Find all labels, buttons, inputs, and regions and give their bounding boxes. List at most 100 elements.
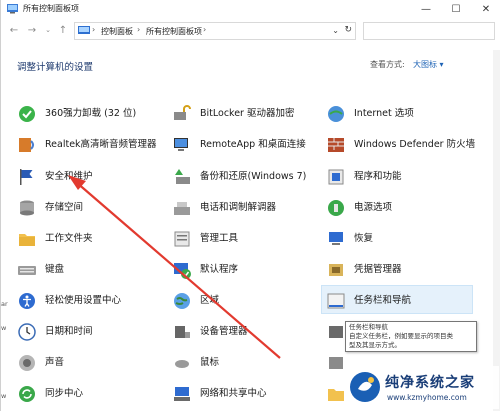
cp-item-label: 鼠标 xyxy=(200,357,220,368)
forward-arrow-icon[interactable]: → xyxy=(25,23,39,37)
default-programs-icon xyxy=(174,263,191,279)
admin-tools-icon xyxy=(174,231,190,247)
breadcrumb-all-items[interactable]: 所有控制面板项 xyxy=(146,26,202,37)
address-dropdown-icon[interactable]: ⌄ xyxy=(332,26,339,35)
cp-item-programs-features[interactable]: 程序和功能 xyxy=(326,166,402,188)
minimize-button[interactable]: — xyxy=(411,0,441,18)
search-input[interactable] xyxy=(363,22,495,40)
speaker-icon xyxy=(19,355,35,371)
cp-item-label: 日期和时间 xyxy=(45,326,93,337)
address-bar[interactable]: › 控制面板 › 所有控制面板项 › ⌄ ↻ xyxy=(74,22,356,40)
cp-item-internet-options[interactable]: Internet 选项 xyxy=(326,103,414,125)
cp-item-label: 区域 xyxy=(200,295,220,306)
cp-item-keyboard[interactable]: 键盘 xyxy=(17,259,64,281)
cp-item-firewall[interactable]: Windows Defender 防火墙 xyxy=(326,134,484,156)
cp-item-label: 电话和调制解调器 xyxy=(200,202,277,213)
cp-item-storage-spaces[interactable]: 存储空间 xyxy=(17,197,83,219)
tooltip: 任务栏和导航 自定义任务栏，例如要显示的项目类 型及其显示方式。 xyxy=(345,321,477,352)
refresh-icon[interactable]: ↻ xyxy=(344,25,352,35)
control-panel-small-icon xyxy=(78,26,90,34)
cp-item-label: 电源选项 xyxy=(354,202,393,213)
up-arrow-icon[interactable]: ↑ xyxy=(56,23,70,37)
cp-item-label: 任务栏和导航 xyxy=(354,295,412,306)
programs-icon xyxy=(328,169,344,185)
uninstall-icon xyxy=(19,106,35,122)
sync-icon xyxy=(19,386,35,402)
cp-item-label: 工作文件夹 xyxy=(45,233,93,244)
cp-item-label: 网络和共享中心 xyxy=(200,388,267,399)
scrollbar[interactable] xyxy=(493,50,500,411)
cp-item-admin-tools[interactable]: 管理工具 xyxy=(172,228,238,250)
maximize-button[interactable]: ☐ xyxy=(441,0,471,18)
cp-item-label: 360强力卸载 (32 位) xyxy=(45,108,137,119)
folder-icon xyxy=(19,234,35,246)
cp-item-label: 键盘 xyxy=(45,264,65,275)
cp-item-taskbar-navigation[interactable]: 任务栏和导航 xyxy=(326,290,411,312)
firewall-icon xyxy=(328,138,344,152)
breadcrumb-control-panel[interactable]: 控制面板 xyxy=(101,26,133,37)
cp-item-label: 默认程序 xyxy=(200,264,239,275)
cp-item-sync-center[interactable]: 同步中心 xyxy=(17,383,83,405)
cp-item-credential-manager[interactable]: 凭据管理器 xyxy=(326,259,402,281)
watermark-title: 纯净系统之家 xyxy=(385,375,475,391)
cp-item-label: 声音 xyxy=(45,357,65,368)
flag-icon xyxy=(20,169,33,185)
close-button[interactable]: ✕ xyxy=(471,0,500,18)
left-edge-text: w xyxy=(1,324,7,332)
breadcrumb-separator: › xyxy=(203,25,207,34)
left-edge-text: ar xyxy=(1,300,8,308)
phone-modem-icon xyxy=(174,202,190,215)
watermark-url: www.kzmyhome.com xyxy=(387,393,467,402)
view-by-dropdown[interactable]: 大图标 ▾ xyxy=(413,59,444,70)
cp-item-region[interactable]: 区域 xyxy=(172,290,219,312)
tooltip-text: 自定义任务栏，例如要显示的项目类 xyxy=(349,332,453,340)
hidden-item-icon xyxy=(329,357,343,369)
cp-item-label: 安全和维护 xyxy=(45,171,93,182)
cp-item-recovery[interactable]: 恢复 xyxy=(326,228,373,250)
cp-item-date-time[interactable]: 日期和时间 xyxy=(17,321,93,343)
mouse-icon xyxy=(175,360,189,368)
watermark-logo-icon xyxy=(350,372,380,402)
cp-item-sound[interactable]: 声音 xyxy=(17,352,64,374)
cp-item-phone-modem[interactable]: 电话和调制解调器 xyxy=(172,197,276,219)
cp-item-default-programs[interactable]: 默认程序 xyxy=(172,259,238,281)
cp-item-mouse[interactable]: 鼠标 xyxy=(172,352,219,374)
recent-dropdown-icon[interactable]: ⌄ xyxy=(41,23,55,37)
breadcrumb-separator: › xyxy=(92,25,96,34)
cp-item-label: 轻松使用设置中心 xyxy=(45,295,122,306)
cp-item-realtek-audio[interactable]: Realtek高清晰音频管理器 xyxy=(17,134,157,156)
cp-item-backup-restore[interactable]: 备份和还原(Windows 7) xyxy=(172,166,306,188)
window-title: 所有控制面板项 xyxy=(23,4,79,13)
cp-item-label: 设备管理器 xyxy=(200,326,248,337)
cp-item-label: 管理工具 xyxy=(200,233,239,244)
cp-item-label: BitLocker 驱动器加密 xyxy=(200,108,295,119)
title-bar: 所有控制面板项 — ☐ ✕ xyxy=(1,0,500,18)
cp-item-remoteapp[interactable]: RemoteApp 和桌面连接 xyxy=(172,134,306,156)
control-panel-icon xyxy=(7,4,18,14)
tooltip-text: 型及其显示方式。 xyxy=(349,341,401,349)
realtek-audio-icon xyxy=(19,138,34,152)
back-arrow-icon[interactable]: ← xyxy=(7,23,21,37)
ease-of-access-icon xyxy=(19,293,35,309)
cp-item-label: 备份和还原(Windows 7) xyxy=(200,171,307,182)
cp-item-bitlocker[interactable]: BitLocker 驱动器加密 xyxy=(172,103,294,125)
credential-icon xyxy=(329,264,343,276)
cp-item-network-sharing[interactable]: 网络和共享中心 xyxy=(172,383,267,405)
cp-item-work-folders[interactable]: 工作文件夹 xyxy=(17,228,93,250)
cp-item-360-uninstall[interactable]: 360强力卸载 (32 位) xyxy=(17,103,136,125)
cp-item-device-manager[interactable]: 设备管理器 xyxy=(172,321,248,343)
cp-item-ease-of-access[interactable]: 轻松使用设置中心 xyxy=(17,290,121,312)
cp-item-security-maintenance[interactable]: 安全和维护 xyxy=(17,166,93,188)
remoteapp-icon xyxy=(174,138,188,151)
network-icon xyxy=(174,387,190,401)
breadcrumb-separator: › xyxy=(137,25,141,34)
hidden-item-icon xyxy=(329,326,343,338)
cp-item-power-options[interactable]: 电源选项 xyxy=(326,197,392,219)
cp-item-label: 同步中心 xyxy=(45,388,84,399)
cp-item-label: 存储空间 xyxy=(45,202,84,213)
view-by-label: 查看方式: xyxy=(370,60,405,69)
left-edge-text: w xyxy=(1,392,7,400)
recovery-icon xyxy=(329,232,343,245)
control-panel-window: 所有控制面板项 — ☐ ✕ ← → ⌄ ↑ › 控制面板 › 所有控制面板项 ›… xyxy=(0,0,500,411)
cp-item-label: Windows Defender 防火墙 xyxy=(354,139,476,150)
